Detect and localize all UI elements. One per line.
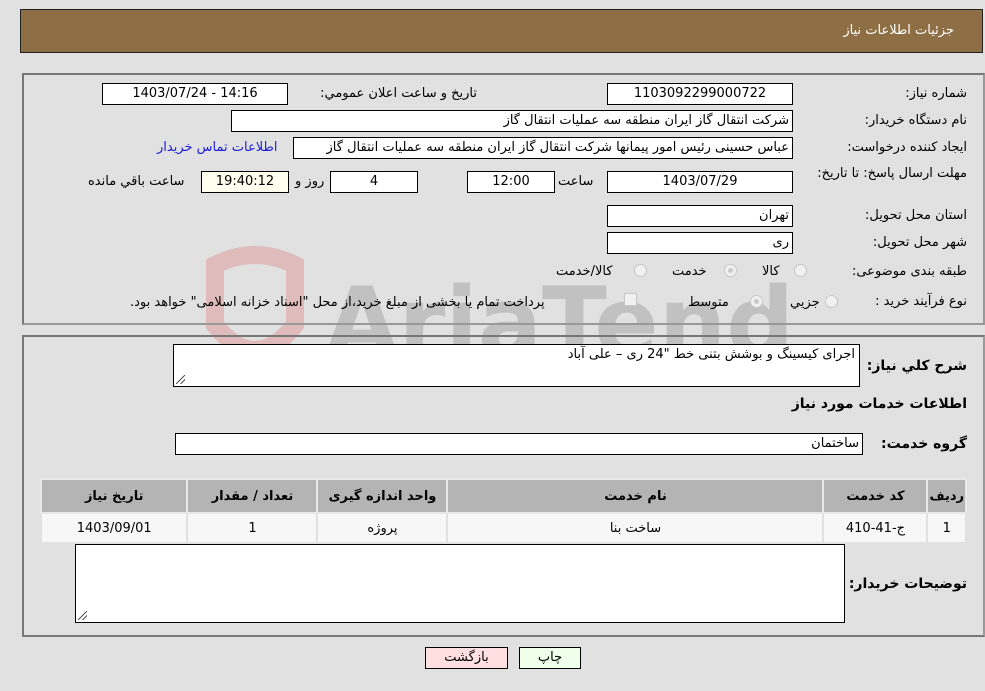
cell-service-name: ساخت بنا: [446, 512, 825, 544]
category-radio-goods[interactable]: [794, 264, 807, 277]
buyer-notes-textarea[interactable]: [75, 544, 845, 623]
creator-field[interactable]: عباس حسینی رئیس امور پیمانها شرکت انتقال…: [293, 137, 793, 159]
treasury-note: پرداخت تمام یا بخشی از مبلغ خرید،از محل …: [130, 295, 545, 310]
col-header-need-date: تاریخ نیاز: [39, 478, 189, 514]
cell-service-code: ج-41-410: [822, 512, 929, 544]
time-label: ساعت: [558, 174, 594, 189]
deadline-date-field[interactable]: 1403/07/29: [607, 171, 793, 193]
creator-label: ایجاد کننده درخواست:: [847, 140, 967, 155]
remaining-time-field: 19:40:12: [201, 171, 289, 193]
process-option-medium: متوسط: [688, 295, 729, 310]
description-label: شرح کلي نیاز:: [866, 358, 967, 374]
announce-label: تاریخ و ساعت اعلان عمومي:: [320, 86, 477, 101]
back-button[interactable]: بازگشت: [425, 647, 508, 669]
buyer-notes-label: توضیحات خریدار:: [848, 576, 967, 592]
resize-grip-icon[interactable]: [78, 611, 87, 620]
description-text: اجرای کیسینگ و بوشش بتنی خط "24 ری – علی…: [567, 347, 855, 362]
description-textarea[interactable]: اجرای کیسینگ و بوشش بتنی خط "24 ری – علی…: [173, 344, 860, 387]
cell-need-date: 1403/09/01: [39, 512, 189, 544]
buyer-org-label: نام دستگاه خریدار:: [864, 113, 967, 128]
need-number-label: شماره نیاز:: [905, 86, 967, 101]
province-label: استان محل تحویل:: [865, 208, 967, 223]
process-radio-minor[interactable]: [825, 295, 838, 308]
cell-unit: پروژه: [316, 512, 449, 544]
col-header-unit: واحد اندازه گیری: [316, 478, 449, 514]
service-group-field[interactable]: ساختمان: [175, 433, 863, 455]
process-radio-medium[interactable]: [750, 295, 763, 308]
category-option-goods-service: کالا/خدمت: [556, 264, 613, 279]
service-group-label: گروه خدمت:: [881, 436, 967, 452]
days-label: روز و: [295, 174, 325, 189]
buyer-org-field[interactable]: شرکت انتقال گاز ایران منطقه سه عملیات ان…: [231, 110, 793, 132]
page-title: جزئیات اطلاعات نیاز: [843, 23, 954, 38]
category-option-service: خدمت: [672, 264, 707, 279]
announce-field[interactable]: 1403/07/24 - 14:16: [102, 83, 288, 105]
resize-grip-icon[interactable]: [176, 375, 185, 384]
category-radio-goods-service[interactable]: [634, 264, 647, 277]
col-header-service-code: کد خدمت: [822, 478, 929, 514]
cell-quantity: 1: [186, 512, 319, 544]
table-header-row: ردیف کد خدمت نام خدمت واحد اندازه گیری ت…: [39, 478, 967, 514]
city-label: شهر محل تحویل:: [872, 235, 967, 250]
category-radio-service[interactable]: [724, 264, 737, 277]
col-header-service-name: نام خدمت: [446, 478, 825, 514]
services-heading: اطلاعات خدمات مورد نیاز: [791, 396, 967, 412]
remaining-label: ساعت باقي مانده: [88, 174, 185, 189]
need-number-field[interactable]: 1103092299000722: [607, 83, 793, 105]
buyer-contact-link[interactable]: اطلاعات تماس خریدار: [157, 140, 277, 155]
days-field[interactable]: 4: [330, 171, 418, 193]
process-option-minor: جزيي: [790, 295, 820, 310]
category-label: طبقه بندی موضوعی:: [851, 264, 967, 279]
cell-row-number: 1: [926, 512, 967, 544]
col-header-quantity: تعداد / مقدار: [186, 478, 319, 514]
services-table: ردیف کد خدمت نام خدمت واحد اندازه گیری ت…: [39, 478, 967, 544]
table-row: 1 ج-41-410 ساخت بنا پروژه 1 1403/09/01: [39, 512, 967, 544]
deadline-label: مهلت ارسال پاسخ: تا تاریخ:: [817, 166, 967, 181]
process-label: نوع فرآیند خرید :: [875, 294, 967, 309]
province-field[interactable]: تهران: [607, 205, 793, 227]
col-header-row-number: ردیف: [926, 478, 967, 514]
city-field[interactable]: ری: [607, 232, 793, 254]
category-option-goods: کالا: [762, 264, 780, 279]
treasury-checkbox[interactable]: [624, 293, 637, 306]
page-header: جزئیات اطلاعات نیاز: [20, 9, 983, 53]
print-button[interactable]: چاپ: [519, 647, 581, 669]
deadline-time-field[interactable]: 12:00: [467, 171, 555, 193]
